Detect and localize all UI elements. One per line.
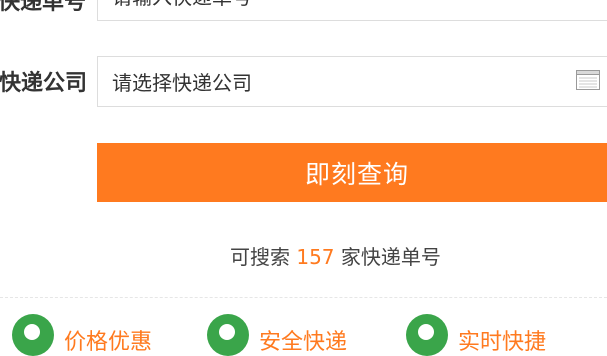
list-icon[interactable] — [576, 70, 600, 90]
feature-label: 实时快捷 — [458, 330, 547, 355]
section-divider — [0, 297, 607, 298]
feature-label: 价格优惠 — [64, 330, 153, 355]
courier-company-select[interactable]: 请选择快递公司 — [97, 56, 607, 107]
tracking-number-input[interactable]: 请输入快递单号 — [97, 0, 607, 21]
location-icon — [207, 314, 249, 356]
feature-fast: 实时快捷 — [406, 314, 546, 356]
search-stats: 可搜索 157 家快递单号 — [230, 241, 441, 270]
courier-company-placeholder: 请选择快递公司 — [112, 71, 252, 95]
stats-count: 157 — [296, 245, 335, 269]
tracking-number-placeholder: 请输入快递单号 — [112, 0, 252, 10]
feature-safe: 安全快递 — [207, 314, 347, 356]
price-icon — [12, 314, 54, 356]
query-button[interactable]: 即刻查询 — [97, 143, 607, 202]
clock-icon — [406, 314, 448, 356]
feature-price: 价格优惠 — [12, 314, 152, 356]
stats-prefix: 可搜索 — [230, 245, 290, 269]
stats-suffix: 家快递单号 — [340, 245, 441, 269]
feature-label: 安全快递 — [259, 330, 348, 355]
tracking-number-label: 快递单号 — [0, 0, 87, 15]
courier-company-label: 快递公司 — [0, 71, 88, 96]
